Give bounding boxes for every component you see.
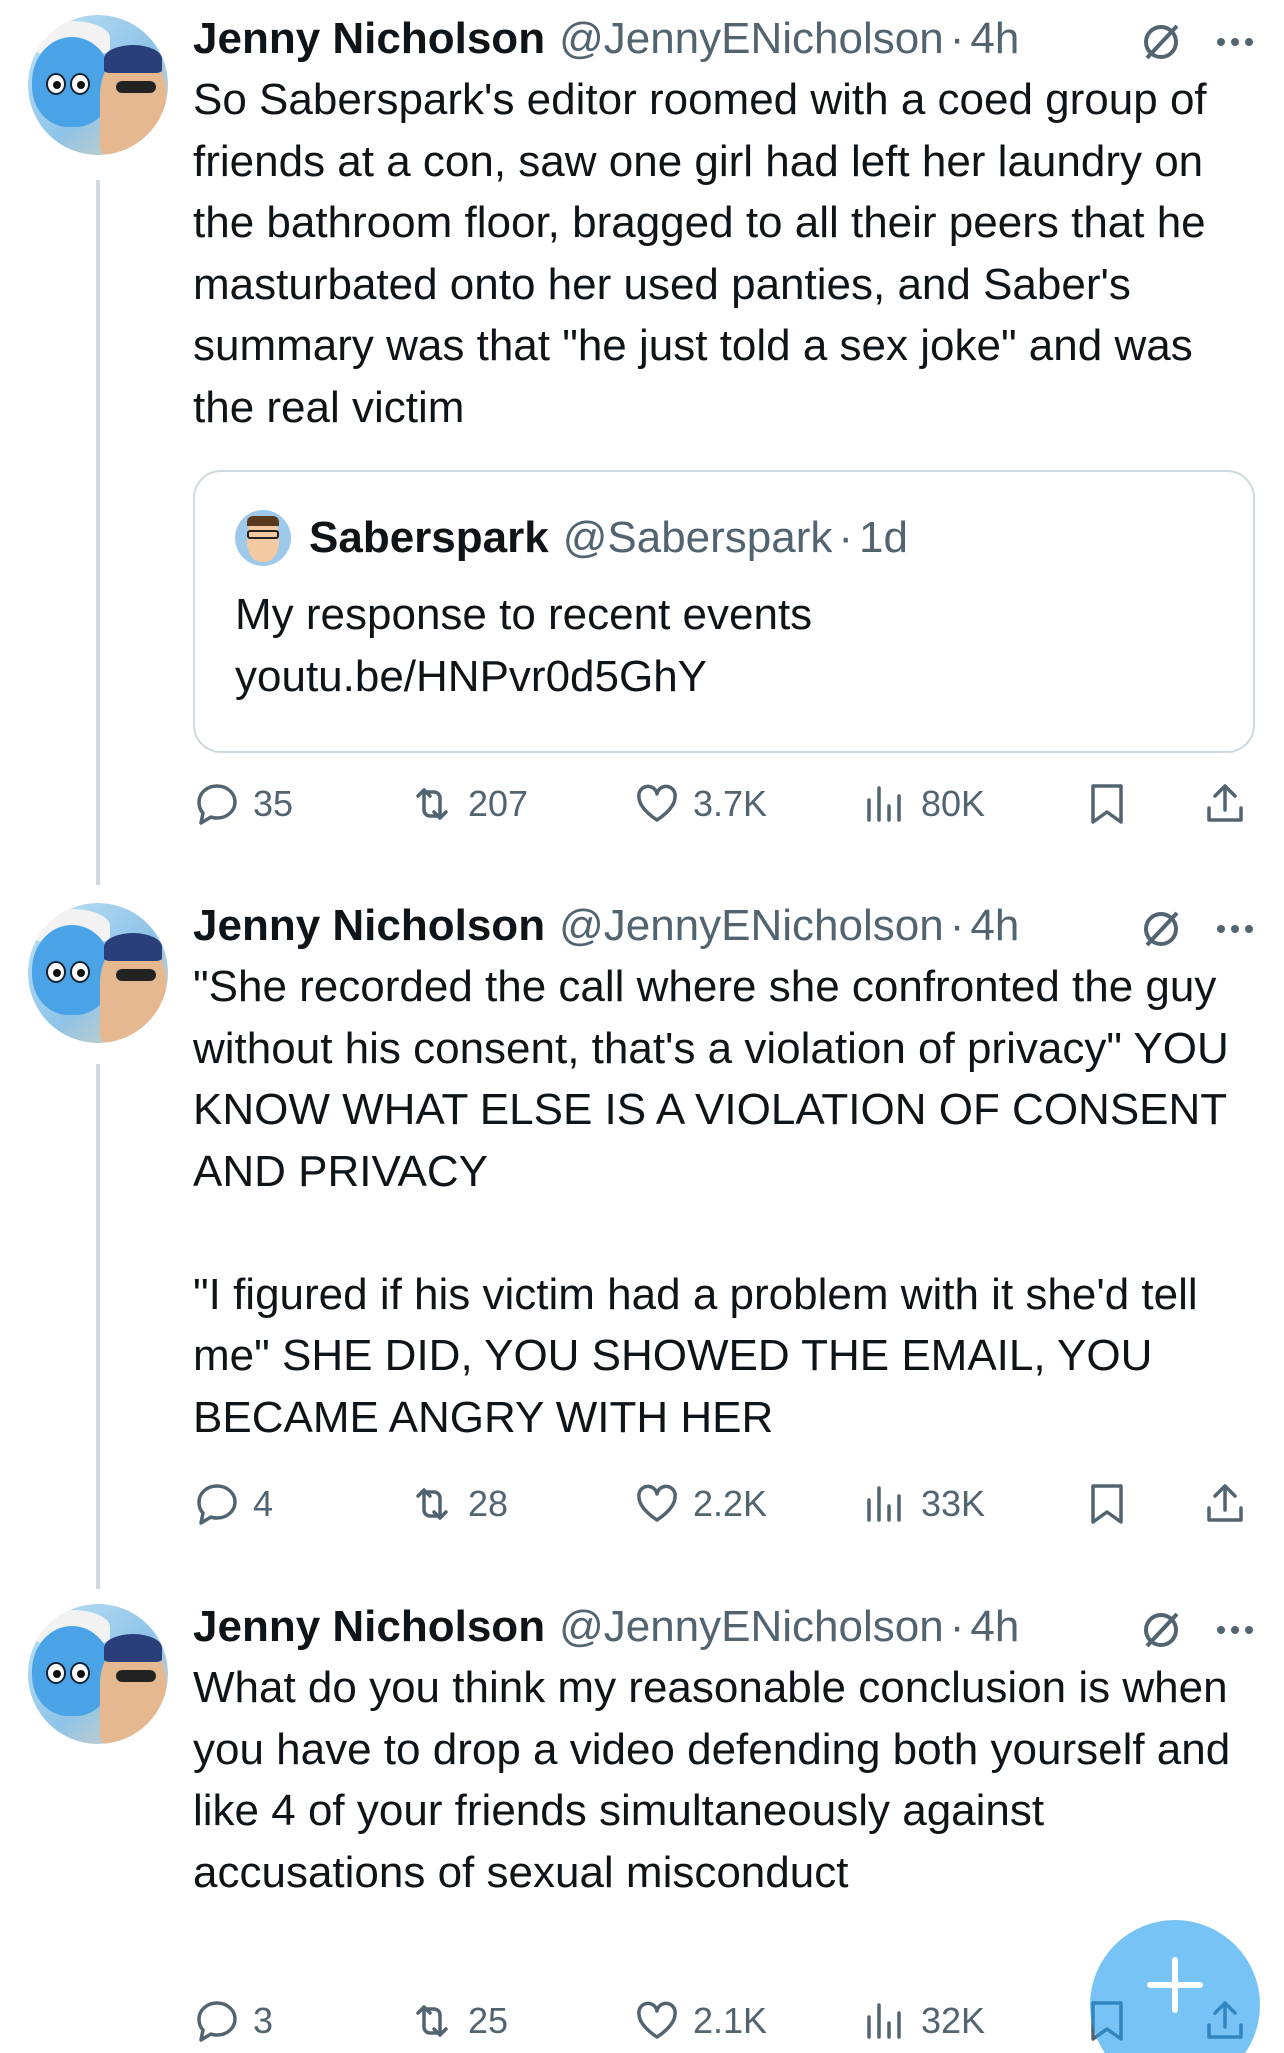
bookmark-icon [1091, 1484, 1123, 1524]
repost-icon [416, 788, 448, 820]
views-button[interactable]: 80K [861, 776, 985, 832]
tweet-header: Jenny Nicholson @JennyENicholson · 4h [193, 12, 1257, 66]
grok-icon[interactable] [1139, 20, 1183, 64]
views-count: 80K [921, 783, 986, 824]
reply-icon [197, 784, 237, 825]
heart-icon [637, 784, 677, 822]
action-bar: 35 207 3.7K 80K [193, 776, 1257, 832]
tweet-header: Jenny Nicholson @JennyENicholson · 4h [193, 1600, 1257, 1654]
like-count: 3.7K [693, 783, 768, 824]
views-button[interactable]: 32K [861, 1993, 985, 2049]
share-button[interactable] [1201, 1476, 1261, 1532]
separator: · [949, 14, 965, 63]
reply-button[interactable]: 4 [193, 1476, 273, 1532]
like-button[interactable]: 2.1K [633, 1993, 767, 2049]
tweet[interactable]: Jenny Nicholson @JennyENicholson · 4h "S… [0, 888, 1284, 1589]
avatar[interactable] [28, 903, 168, 1043]
reply-count: 35 [253, 783, 294, 824]
author-name[interactable]: Jenny Nicholson [193, 1600, 545, 1654]
reply-button[interactable]: 3 [193, 1993, 273, 2049]
tweet-text: What do you think my reasonable conclusi… [193, 1663, 1243, 1897]
like-button[interactable]: 3.7K [633, 776, 767, 832]
reply-button[interactable]: 35 [193, 776, 293, 832]
reply-icon [197, 1484, 237, 1525]
tweet-text: So Saberspark's editor roomed with a coe… [193, 75, 1219, 432]
author-handle[interactable]: @JennyENicholson [559, 899, 944, 953]
share-button[interactable] [1201, 776, 1261, 832]
timestamp[interactable]: 4h [970, 1600, 1019, 1654]
action-bar: 4 28 2.2K 33K [193, 1476, 1257, 1532]
heart-icon [637, 2001, 677, 2039]
bookmark-button[interactable] [1083, 776, 1143, 832]
repost-button[interactable]: 207 [408, 776, 528, 832]
reply-icon [197, 2001, 237, 2042]
repost-icon [416, 1488, 448, 1520]
tweet-text: "She recorded the call where she confron… [193, 962, 1229, 1442]
more-icon[interactable] [1213, 907, 1257, 951]
grok-icon[interactable] [1139, 907, 1183, 951]
views-icon [867, 786, 901, 822]
share-icon [1207, 784, 1243, 822]
author-handle[interactable]: @JennyENicholson [559, 1600, 944, 1654]
repost-count: 25 [468, 2000, 509, 2041]
reply-count: 4 [253, 1483, 274, 1524]
share-icon [1207, 1484, 1243, 1522]
quote-tweet-card[interactable]: Saberspark @Saberspark · 1d My response … [193, 470, 1255, 753]
more-icon[interactable] [1213, 20, 1257, 64]
author-handle[interactable]: @JennyENicholson [559, 12, 944, 66]
timeline: Jenny Nicholson @JennyENicholson · 4h So… [0, 0, 1284, 2053]
views-icon [867, 2003, 901, 2039]
tweet[interactable]: Jenny Nicholson @JennyENicholson · 4h Wh… [0, 1589, 1284, 2053]
bookmark-icon [1091, 784, 1123, 824]
thread-line [96, 1064, 100, 1589]
like-button[interactable]: 2.2K [633, 1476, 767, 1532]
author-name[interactable]: Jenny Nicholson [193, 12, 545, 66]
avatar[interactable] [28, 15, 168, 155]
quote-timestamp: 1d [859, 513, 908, 562]
bookmark-button[interactable] [1083, 1476, 1143, 1532]
separator: · [949, 1602, 965, 1651]
separator: · [949, 901, 965, 950]
quote-avatar [235, 510, 291, 566]
repost-count: 28 [468, 1483, 509, 1524]
repost-button[interactable]: 25 [408, 1993, 508, 2049]
quote-author-handle: @Saberspark [562, 513, 833, 562]
grok-icon[interactable] [1139, 1608, 1183, 1652]
repost-icon [416, 2005, 448, 2037]
quote-text: My response to recent events youtu.be/HN… [235, 590, 813, 701]
views-button[interactable]: 33K [861, 1476, 985, 1532]
quote-author-name: Saberspark [309, 513, 549, 562]
heart-icon [637, 1484, 677, 1522]
compose-plus-icon [1147, 1957, 1203, 2013]
like-count: 2.1K [693, 2000, 768, 2041]
tweet-header: Jenny Nicholson @JennyENicholson · 4h [193, 899, 1257, 953]
more-icon[interactable] [1213, 1608, 1257, 1652]
tweet[interactable]: Jenny Nicholson @JennyENicholson · 4h So… [0, 0, 1284, 885]
like-count: 2.2K [693, 1483, 768, 1524]
thread-line [96, 180, 100, 885]
views-icon [867, 1486, 901, 1522]
timestamp[interactable]: 4h [970, 899, 1019, 953]
avatar[interactable] [28, 1604, 168, 1744]
timestamp[interactable]: 4h [970, 12, 1019, 66]
repost-count: 207 [468, 783, 529, 824]
separator: · [838, 513, 854, 562]
views-count: 33K [921, 1483, 986, 1524]
author-name[interactable]: Jenny Nicholson [193, 899, 545, 953]
reply-count: 3 [253, 2000, 274, 2041]
repost-button[interactable]: 28 [408, 1476, 508, 1532]
views-count: 32K [921, 2000, 986, 2041]
